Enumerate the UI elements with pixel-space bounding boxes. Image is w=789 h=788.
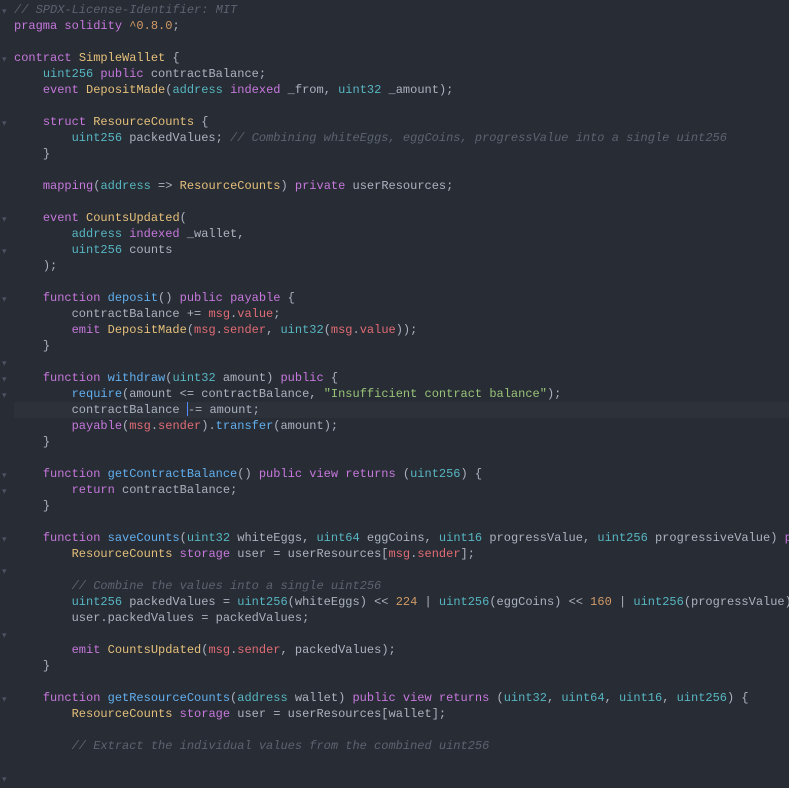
code-line[interactable]: } — [14, 658, 789, 674]
code-line[interactable] — [14, 274, 789, 290]
code-line[interactable]: ResourceCounts storage user = userResour… — [14, 546, 789, 562]
code-line[interactable]: emit CountsUpdated(msg.sender, packedVal… — [14, 642, 789, 658]
code-line[interactable]: function getResourceCounts(address walle… — [14, 690, 789, 706]
code-line[interactable]: // SPDX-License-Identifier: MIT — [14, 2, 789, 18]
code-line[interactable]: } — [14, 146, 789, 162]
fold-marker-icon[interactable]: ▾ — [2, 388, 7, 404]
code-line[interactable]: return contractBalance; — [14, 482, 789, 498]
code-line[interactable]: event CountsUpdated( — [14, 210, 789, 226]
code-line[interactable] — [14, 562, 789, 578]
code-line[interactable]: function deposit() public payable { — [14, 290, 789, 306]
code-line[interactable]: payable(msg.sender).transfer(amount); — [14, 418, 789, 434]
code-line[interactable]: uint256 counts — [14, 242, 789, 258]
fold-marker-icon[interactable]: ▾ — [2, 772, 7, 788]
code-line[interactable] — [14, 626, 789, 642]
fold-marker-icon[interactable]: ▾ — [2, 244, 7, 260]
code-line[interactable] — [14, 354, 789, 370]
code-line[interactable]: } — [14, 498, 789, 514]
fold-marker-icon[interactable]: ▾ — [2, 484, 7, 500]
code-line[interactable]: contract SimpleWallet { — [14, 50, 789, 66]
code-line[interactable]: emit DepositMade(msg.sender, uint32(msg.… — [14, 322, 789, 338]
code-line[interactable]: event DepositMade(address indexed _from,… — [14, 82, 789, 98]
code-line[interactable]: mapping(address => ResourceCounts) priva… — [14, 178, 789, 194]
code-line[interactable]: ); — [14, 258, 789, 274]
code-line[interactable]: // Extract the individual values from th… — [14, 738, 789, 754]
code-line[interactable]: uint256 packedValues = uint256(whiteEggs… — [14, 594, 789, 610]
code-line[interactable]: } — [14, 338, 789, 354]
code-line[interactable]: uint256 public contractBalance; — [14, 66, 789, 82]
code-line[interactable]: user.packedValues = packedValues; — [14, 610, 789, 626]
fold-marker-icon[interactable]: ▾ — [2, 532, 7, 548]
code-line[interactable] — [14, 162, 789, 178]
code-line[interactable]: // Combine the values into a single uint… — [14, 578, 789, 594]
code-line[interactable] — [14, 194, 789, 210]
fold-marker-icon[interactable]: ▾ — [2, 4, 7, 20]
code-line[interactable]: function getContractBalance() public vie… — [14, 466, 789, 482]
code-line[interactable] — [14, 514, 789, 530]
code-line[interactable]: contractBalance += msg.value; — [14, 306, 789, 322]
fold-marker-icon[interactable]: ▾ — [2, 212, 7, 228]
code-line[interactable]: struct ResourceCounts { — [14, 114, 789, 130]
code-line[interactable]: function withdraw(uint32 amount) public … — [14, 370, 789, 386]
fold-marker-icon[interactable]: ▾ — [2, 356, 7, 372]
fold-gutter[interactable]: ▾▾▾▾▾▾▾▾▾▾▾▾▾▾▾▾ — [0, 0, 12, 567]
code-line[interactable]: address indexed _wallet, — [14, 226, 789, 242]
code-line[interactable] — [14, 674, 789, 690]
code-line[interactable] — [14, 450, 789, 466]
code-line[interactable]: pragma solidity ^0.8.0; — [14, 18, 789, 34]
fold-marker-icon[interactable]: ▾ — [2, 468, 7, 484]
code-editor[interactable]: // SPDX-License-Identifier: MITpragma so… — [0, 0, 789, 754]
fold-marker-icon[interactable]: ▾ — [2, 292, 7, 308]
code-line[interactable]: contractBalance -= amount; — [14, 402, 789, 418]
fold-marker-icon[interactable]: ▾ — [2, 52, 7, 68]
code-line[interactable] — [14, 722, 789, 738]
fold-marker-icon[interactable]: ▾ — [2, 692, 7, 708]
fold-marker-icon[interactable]: ▾ — [2, 116, 7, 132]
code-line[interactable]: uint256 packedValues; // Combining white… — [14, 130, 789, 146]
fold-marker-icon[interactable]: ▾ — [2, 372, 7, 388]
code-line[interactable]: function saveCounts(uint32 whiteEggs, ui… — [14, 530, 789, 546]
code-line[interactable]: require(amount <= contractBalance, "Insu… — [14, 386, 789, 402]
fold-marker-icon[interactable]: ▾ — [2, 564, 7, 580]
code-line[interactable] — [14, 98, 789, 114]
code-line[interactable] — [14, 34, 789, 50]
code-line[interactable]: } — [14, 434, 789, 450]
fold-marker-icon[interactable]: ▾ — [2, 628, 7, 644]
code-line[interactable]: ResourceCounts storage user = userResour… — [14, 706, 789, 722]
